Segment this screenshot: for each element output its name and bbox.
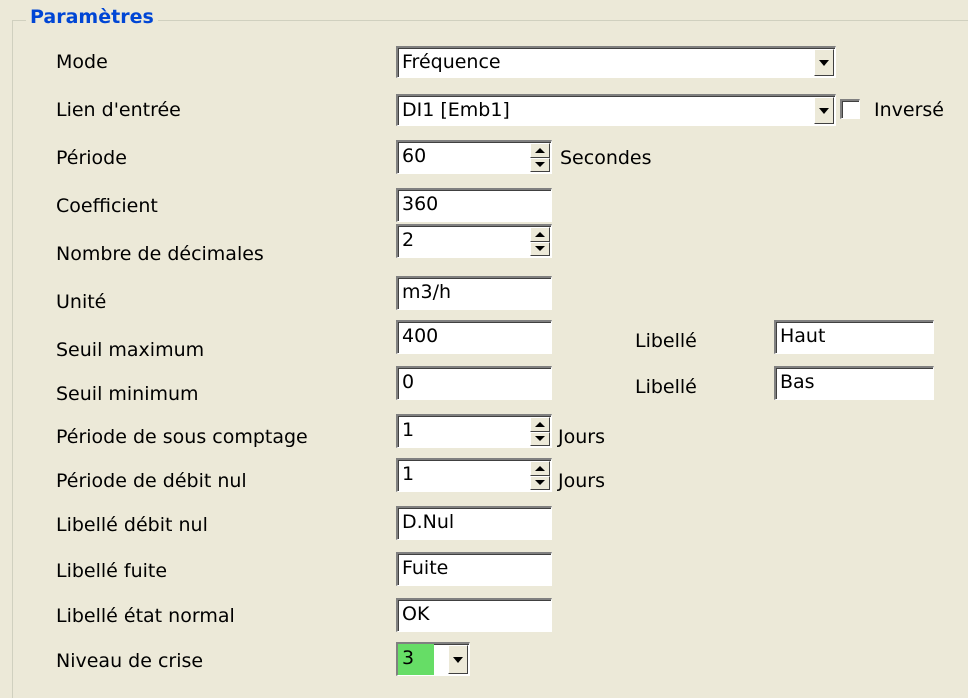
decimals-spinner[interactable]: 2	[396, 224, 552, 258]
mode-value: Fréquence	[402, 51, 501, 73]
invert-checkbox[interactable]	[840, 99, 860, 119]
decimals-label: Nombre de décimales	[56, 243, 264, 265]
zero-flow-period-label: Période de débit nul	[56, 470, 247, 492]
normal-label-label: Libellé état normal	[56, 605, 235, 627]
chevron-up-icon	[535, 421, 545, 427]
chevron-up-icon	[535, 465, 545, 471]
period-spinner[interactable]: 60	[396, 140, 552, 174]
chevron-down-icon	[535, 480, 545, 486]
invert-label: Inversé	[874, 99, 944, 121]
zero-flow-period-spinner[interactable]: 1	[396, 458, 552, 492]
chevron-down-icon	[819, 107, 829, 114]
zero-flow-label-label: Libellé débit nul	[56, 514, 208, 536]
leak-label-input[interactable]: Fuite	[396, 552, 552, 586]
chevron-down-icon	[535, 246, 545, 252]
undercount-period-value: 1	[402, 419, 415, 441]
normal-label-input[interactable]: OK	[396, 598, 552, 632]
spin-down-button[interactable]	[530, 241, 550, 256]
spin-up-button[interactable]	[530, 417, 550, 432]
crisis-level-select[interactable]: 3	[396, 642, 470, 676]
spin-down-button[interactable]	[530, 157, 550, 172]
zero-flow-period-unit: Jours	[558, 470, 605, 492]
min-tag-input[interactable]: Bas	[774, 366, 934, 400]
input-link-dropdown-button[interactable]	[814, 97, 834, 124]
spin-down-button[interactable]	[530, 475, 550, 490]
undercount-spin-buttons[interactable]	[530, 417, 550, 446]
max-tag-input[interactable]: Haut	[774, 320, 934, 354]
chevron-down-icon	[819, 59, 829, 66]
period-label: Période	[56, 147, 127, 169]
mode-dropdown-button[interactable]	[814, 49, 834, 76]
crisis-level-label: Niveau de crise	[56, 650, 204, 672]
zero-flow-spin-buttons[interactable]	[530, 461, 550, 490]
period-spin-buttons[interactable]	[530, 143, 550, 172]
crisis-level-dropdown-button[interactable]	[448, 645, 468, 674]
input-link-value: DI1 [Emb1]	[402, 99, 510, 121]
input-link-label: Lien d'entrée	[56, 99, 181, 121]
zero-flow-period-value: 1	[402, 463, 415, 485]
coefficient-label: Coefficient	[56, 195, 158, 217]
undercount-period-label: Période de sous comptage	[56, 426, 308, 448]
undercount-period-spinner[interactable]: 1	[396, 414, 552, 448]
decimals-spin-buttons[interactable]	[530, 227, 550, 256]
max-tag-label: Libellé	[635, 330, 697, 352]
period-unit: Secondes	[560, 147, 652, 169]
period-value: 60	[402, 145, 427, 167]
input-link-select[interactable]: DI1 [Emb1]	[396, 94, 836, 126]
crisis-level-value: 3	[398, 644, 434, 675]
mode-select[interactable]: Fréquence	[396, 46, 836, 78]
spin-up-button[interactable]	[530, 227, 550, 242]
decimals-value: 2	[402, 229, 415, 251]
max-threshold-label: Seuil maximum	[56, 339, 205, 361]
spin-up-button[interactable]	[530, 143, 550, 158]
spin-up-button[interactable]	[530, 461, 550, 476]
chevron-down-icon	[453, 656, 463, 663]
max-threshold-input[interactable]: 400	[396, 320, 552, 354]
leak-label-label: Libellé fuite	[56, 560, 168, 582]
min-threshold-input[interactable]: 0	[396, 366, 552, 400]
group-title: Paramètres	[26, 6, 158, 28]
chevron-up-icon	[535, 147, 545, 153]
chevron-up-icon	[535, 231, 545, 237]
chevron-down-icon	[535, 436, 545, 442]
spin-down-button[interactable]	[530, 431, 550, 446]
min-threshold-label: Seuil minimum	[56, 383, 199, 405]
chevron-down-icon	[535, 162, 545, 168]
mode-label: Mode	[56, 51, 108, 73]
unit-label: Unité	[56, 291, 107, 313]
zero-flow-label-input[interactable]: D.Nul	[396, 506, 552, 540]
undercount-period-unit: Jours	[558, 426, 605, 448]
unit-input[interactable]: m3/h	[396, 276, 552, 310]
min-tag-label: Libellé	[635, 376, 697, 398]
coefficient-input[interactable]: 360	[396, 188, 552, 222]
